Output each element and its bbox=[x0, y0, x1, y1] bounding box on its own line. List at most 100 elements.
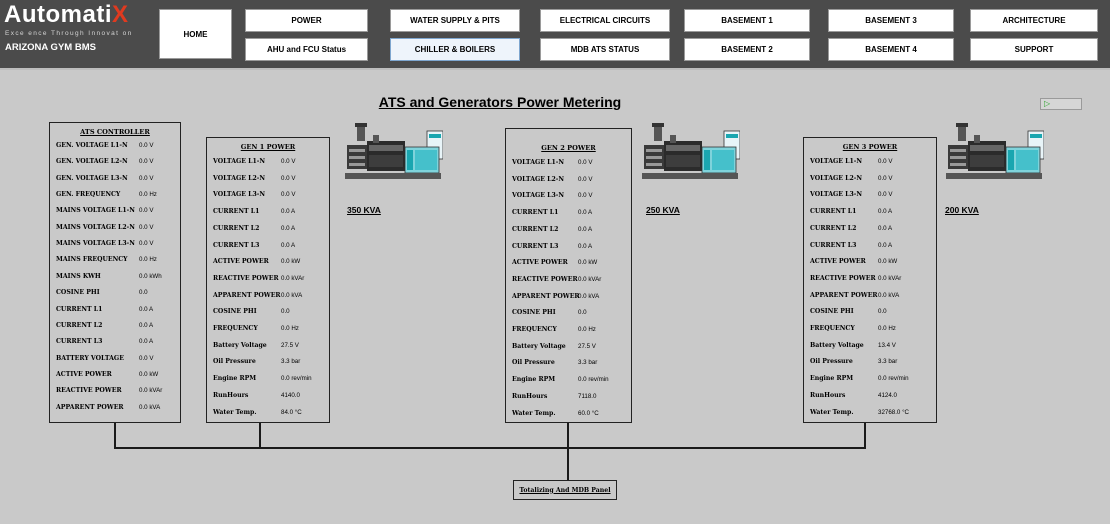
metering-value: 0.0 Hz bbox=[281, 325, 299, 332]
wire-ats bbox=[114, 422, 116, 448]
gen1-panel-title: GEN 1 POWER bbox=[240, 143, 296, 151]
metering-label: Engine RPM bbox=[512, 376, 556, 384]
nav-basement1-button[interactable]: BASEMENT 1 bbox=[684, 9, 810, 32]
metering-label: COSINE PHI bbox=[512, 309, 556, 317]
metering-value: 0.0 V bbox=[139, 223, 154, 231]
totalizing-mdb-panel-button[interactable]: Totalizing And MDB Panel bbox=[513, 480, 617, 500]
metering-label: Oil Pressure bbox=[512, 359, 555, 367]
nav-basement2-button[interactable]: BASEMENT 2 bbox=[684, 38, 810, 61]
metering-value: 3.3 bar bbox=[281, 358, 301, 366]
metering-label: COSINE PHI bbox=[213, 308, 257, 316]
metering-label: MAINS VOLTAGE L1-N bbox=[56, 207, 135, 215]
logo-x-mark: X bbox=[112, 1, 129, 28]
nav-home-button[interactable]: HOME bbox=[159, 9, 232, 59]
gen2-panel: GEN 2 POWER VOLTAGE L1-N 0.0 V VOLTAGE L2-… bbox=[505, 128, 632, 423]
metering-value: 7118.0 bbox=[578, 392, 597, 400]
metering-label: CURRENT L1 bbox=[810, 208, 857, 216]
metering-value: 27.5 V bbox=[578, 342, 596, 350]
generator3-image bbox=[944, 123, 1045, 183]
metering-label: BATTERY VOLTAGE bbox=[56, 354, 124, 362]
metering-label: Battery Voltage bbox=[810, 341, 864, 349]
metering-value: 0.0 rev/min bbox=[281, 375, 312, 383]
metering-value: 0.0 V bbox=[139, 354, 154, 362]
nav-mdb-ats-button[interactable]: MDB ATS STATUS bbox=[540, 38, 670, 61]
metering-label: ACTIVE POWER bbox=[512, 259, 568, 267]
metering-value: 0.0 V bbox=[878, 174, 893, 182]
metering-value: 0.0 V bbox=[139, 240, 154, 248]
metering-value: 0.0 kW bbox=[281, 258, 301, 266]
nav-support-button[interactable]: SUPPORT bbox=[970, 38, 1098, 61]
metering-value: 0.0 V bbox=[139, 207, 154, 215]
nav-basement4-button[interactable]: BASEMENT 4 bbox=[828, 38, 954, 61]
metering-label: REACTIVE POWER bbox=[512, 275, 578, 283]
metering-label: VOLTAGE L2-N bbox=[810, 174, 863, 182]
wire-gen2 bbox=[567, 422, 569, 482]
metering-label: APPARENT POWER bbox=[213, 291, 281, 299]
metering-value: 0.0 kW bbox=[878, 258, 898, 266]
metering-label: CURRENT L3 bbox=[512, 242, 559, 250]
ats-controller-panel: ATS CONTROLLER GEN. VOLTAGE L1-N 0.0 V GEN… bbox=[49, 122, 181, 423]
metering-value: 0.0 A bbox=[878, 208, 893, 216]
nav-electrical-circuits-button[interactable]: ELECTRICAL CIRCUITS bbox=[540, 9, 670, 32]
gen1-kva-label: 350 KVA bbox=[347, 205, 381, 215]
metering-value: 0.0 V bbox=[578, 159, 593, 166]
ats-panel-title: ATS CONTROLLER bbox=[80, 128, 150, 136]
metering-label: GEN. VOLTAGE L1-N bbox=[56, 142, 128, 149]
nav-architecture-button[interactable]: ARCHITECTURE bbox=[970, 9, 1098, 32]
metering-label: APPARENT POWER bbox=[810, 291, 878, 299]
metering-label: VOLTAGE L1-N bbox=[810, 158, 863, 165]
metering-value: 0.0 V bbox=[281, 174, 296, 182]
metering-label: VOLTAGE L3-N bbox=[512, 192, 565, 200]
metering-label: CURRENT L2 bbox=[512, 225, 559, 233]
site-name: ARIZONA GYM BMS bbox=[5, 42, 96, 53]
metering-value: 4124.0 bbox=[878, 391, 897, 399]
metering-label: CURRENT L1 bbox=[512, 209, 559, 217]
metering-label: Water Temp. bbox=[512, 409, 556, 417]
wire-gen3 bbox=[864, 422, 866, 448]
wire-gen1 bbox=[259, 422, 261, 448]
metering-label: ACTIVE POWER bbox=[810, 258, 866, 266]
play-icon: ▷ bbox=[1044, 99, 1051, 108]
generator2-image bbox=[640, 123, 741, 183]
metering-value: 32768.0 °C bbox=[878, 408, 910, 416]
metering-value: 60.0 °C bbox=[578, 409, 599, 417]
metering-label: REACTIVE POWER bbox=[56, 387, 122, 395]
generator-icon bbox=[345, 123, 444, 179]
main-canvas: ATS and Generators Power Metering ▷ ATS … bbox=[0, 68, 1110, 524]
metering-value: 0.0 kW bbox=[139, 370, 159, 378]
automatix-logo: AutomatiX bbox=[4, 3, 129, 27]
metering-value: 0.0 A bbox=[878, 224, 893, 232]
metering-value: 0.0 A bbox=[139, 305, 154, 313]
metering-label: APPARENT POWER bbox=[512, 292, 580, 300]
metering-label: Water Temp. bbox=[810, 408, 854, 416]
nav-power-button[interactable]: POWER bbox=[245, 9, 368, 32]
metering-value: 0.0 kVAr bbox=[281, 274, 305, 282]
metering-label: REACTIVE POWER bbox=[810, 274, 876, 282]
metering-label: VOLTAGE L2-N bbox=[512, 175, 565, 183]
nav-chiller-boilers-button[interactable]: CHILLER & BOILERS bbox=[390, 38, 520, 61]
metering-label: Engine RPM bbox=[810, 375, 854, 383]
metering-label: MAINS VOLTAGE L2-N bbox=[56, 223, 135, 231]
metering-value: 0.0 bbox=[281, 308, 290, 316]
brand-block: AutomatiX Exce ence Through Innovat on A… bbox=[4, 3, 154, 63]
metering-value: 0.0 A bbox=[281, 224, 296, 232]
play-indicator[interactable]: ▷ bbox=[1040, 98, 1082, 110]
generator1-image bbox=[343, 123, 444, 183]
gen3-panel: GEN 3 POWER VOLTAGE L1-N 0.0 V VOLTAGE L2-… bbox=[803, 137, 937, 423]
metering-value: 0.0 Hz bbox=[139, 256, 157, 264]
nav-basement3-button[interactable]: BASEMENT 3 bbox=[828, 9, 954, 32]
metering-value: 0.0 V bbox=[578, 175, 593, 183]
metering-label: VOLTAGE L1-N bbox=[213, 158, 266, 165]
metering-label: ACTIVE POWER bbox=[213, 258, 269, 266]
gen2-panel-title: GEN 2 POWER bbox=[541, 144, 596, 152]
nav-ahu-fcu-button[interactable]: AHU and FCU Status bbox=[245, 38, 368, 61]
metering-value: 3.3 bar bbox=[578, 359, 598, 367]
metering-value: 0.0 kW bbox=[578, 259, 598, 267]
nav-water-supply-button[interactable]: WATER SUPPLY & PITS bbox=[390, 9, 520, 32]
metering-value: 27.5 V bbox=[281, 341, 299, 349]
metering-value: 0.0 Hz bbox=[878, 325, 896, 332]
logo-main-text: Automati bbox=[4, 1, 112, 28]
metering-label: CURRENT L2 bbox=[810, 224, 857, 232]
metering-value: 0.0 A bbox=[281, 241, 296, 249]
metering-label: CURRENT L1 bbox=[56, 305, 103, 313]
